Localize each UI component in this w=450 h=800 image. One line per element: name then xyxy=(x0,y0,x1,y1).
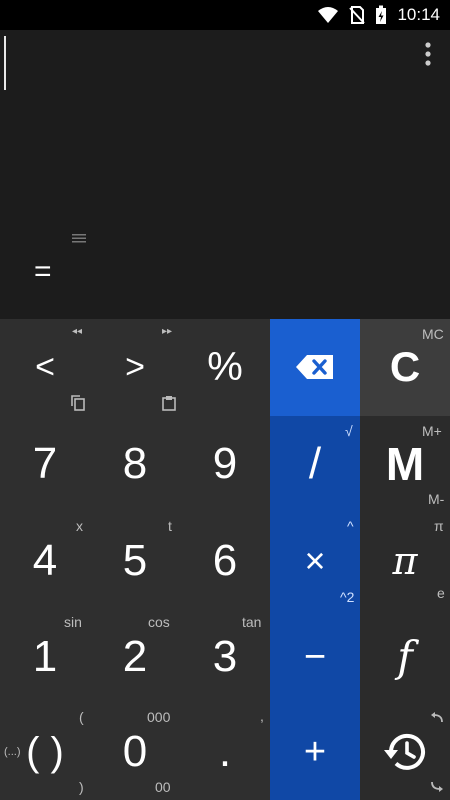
minus-label: − xyxy=(303,636,327,678)
digit-6-button[interactable]: 6 xyxy=(180,513,270,609)
clear-label: C xyxy=(389,343,421,390)
digit-7-label: 7 xyxy=(32,439,58,488)
digit-9-button[interactable]: 9 xyxy=(180,416,270,512)
variable-x-hint: x xyxy=(76,518,83,534)
backspace-button[interactable] xyxy=(270,319,360,415)
open-paren-hint: ( xyxy=(79,709,84,725)
parentheses-button[interactable]: ( ) (...) ( ) xyxy=(0,704,90,800)
function-button[interactable]: f xyxy=(360,609,450,705)
power-hint: ^ xyxy=(347,518,354,534)
pi-hint: π xyxy=(434,518,444,534)
digit-4-button[interactable]: 4 x xyxy=(0,513,90,609)
digit-2-label: 2 xyxy=(122,632,148,681)
parentheses-label: ( ) xyxy=(26,730,64,774)
plus-button[interactable]: + xyxy=(270,704,360,800)
sin-hint: sin xyxy=(64,614,82,630)
status-icons: 10:14 xyxy=(317,0,440,30)
digit-8-button[interactable]: 8 xyxy=(90,416,180,512)
divide-label: / xyxy=(308,439,322,488)
memory-add-hint: M+ xyxy=(422,423,442,439)
memory-label: M xyxy=(385,438,425,490)
comma-hint: , xyxy=(260,708,264,724)
no-sim-icon xyxy=(349,6,366,24)
memory-button[interactable]: M M+ M- xyxy=(360,416,450,512)
function-label: f xyxy=(397,632,413,681)
memory-clear-hint: MC xyxy=(422,326,444,342)
digit-3-button[interactable]: 3 tan xyxy=(180,609,270,705)
close-paren-hint: ) xyxy=(79,779,84,795)
redo-icon[interactable] xyxy=(430,780,444,792)
cursor-start-hint: ◂◂ xyxy=(72,326,83,337)
digit-7-button[interactable]: 7 xyxy=(0,416,90,512)
cursor-left-button[interactable]: < ◂◂ xyxy=(0,319,90,415)
percent-label: % xyxy=(207,345,243,389)
pi-button[interactable]: π π e xyxy=(360,513,450,609)
battery-charging-icon xyxy=(375,5,387,25)
decimal-point-label: . xyxy=(218,727,232,776)
multiply-button[interactable]: × ^ ^2 xyxy=(270,513,360,609)
keypad: < ◂◂ > ▸▸ % C MC 7 8 9 / √ M M+ M- 4 x 5… xyxy=(0,319,450,800)
digit-0-label: 0 xyxy=(122,727,148,776)
percent-button[interactable]: % xyxy=(180,319,270,415)
text-cursor xyxy=(4,36,6,90)
digit-9-label: 9 xyxy=(212,439,238,488)
cos-hint: cos xyxy=(148,614,170,630)
digit-1-label: 1 xyxy=(32,632,58,681)
sqrt-hint: √ xyxy=(345,423,353,439)
result-equals: = xyxy=(34,255,52,288)
digit-4-label: 4 xyxy=(32,536,58,585)
copy-icon[interactable] xyxy=(71,395,85,411)
multiply-label: × xyxy=(304,540,326,581)
drag-handle-icon[interactable] xyxy=(72,234,86,243)
more-options-icon[interactable] xyxy=(418,40,438,70)
digit-3-label: 3 xyxy=(212,632,238,681)
digit-6-label: 6 xyxy=(212,536,238,585)
cursor-left-label: < xyxy=(35,348,55,386)
cursor-right-button[interactable]: > ▸▸ xyxy=(90,319,180,415)
minus-button[interactable]: − xyxy=(270,609,360,705)
clear-button[interactable]: C MC xyxy=(360,319,450,415)
cursor-end-hint: ▸▸ xyxy=(162,326,173,337)
cursor-right-label: > xyxy=(125,348,145,386)
status-time: 10:14 xyxy=(397,5,440,24)
backspace-icon xyxy=(295,353,335,381)
triple-zero-hint: 000 xyxy=(147,709,171,725)
digit-5-button[interactable]: 5 t xyxy=(90,513,180,609)
square-hint: ^2 xyxy=(340,589,355,605)
divide-button[interactable]: / √ xyxy=(270,416,360,512)
history-button[interactable] xyxy=(360,704,450,800)
digit-1-button[interactable]: 1 sin xyxy=(0,609,90,705)
digit-5-label: 5 xyxy=(122,536,148,585)
pi-label: π xyxy=(392,539,418,583)
status-bar: 10:14 xyxy=(0,0,450,30)
memory-subtract-hint: M- xyxy=(428,491,445,507)
display-area[interactable]: = xyxy=(0,30,450,319)
decimal-point-button[interactable]: . , xyxy=(180,704,270,800)
tan-hint: tan xyxy=(242,614,262,630)
wifi-icon xyxy=(317,6,339,24)
paste-icon[interactable] xyxy=(162,395,176,411)
history-icon xyxy=(383,732,427,772)
variable-t-hint: t xyxy=(168,518,172,534)
ellipsis-paren-hint: (...) xyxy=(4,746,21,758)
digit-2-button[interactable]: 2 cos xyxy=(90,609,180,705)
double-zero-hint: 00 xyxy=(155,779,171,795)
digit-0-button[interactable]: 0 000 00 xyxy=(90,704,180,800)
digit-8-label: 8 xyxy=(122,439,148,488)
plus-label: + xyxy=(303,731,327,773)
euler-e-hint: e xyxy=(437,585,445,601)
undo-icon[interactable] xyxy=(430,712,444,724)
